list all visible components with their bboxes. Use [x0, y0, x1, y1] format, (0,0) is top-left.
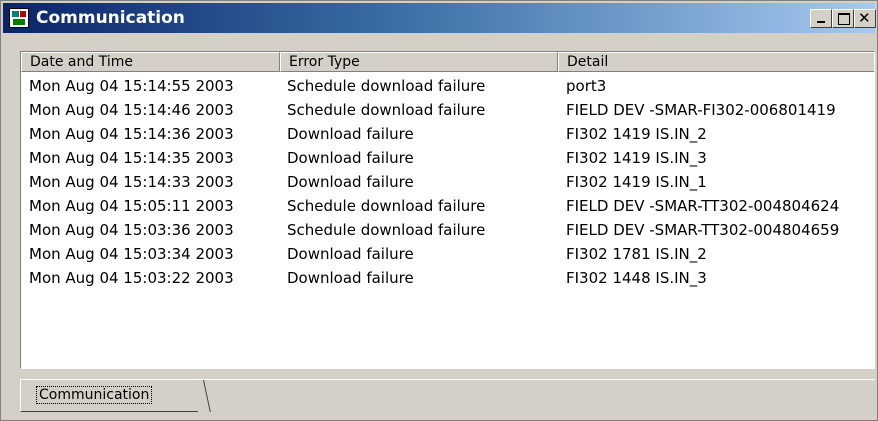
error-type-cell: Schedule download failure — [287, 221, 486, 239]
maximize-icon — [838, 13, 850, 25]
error-type-cell: Schedule download failure — [287, 77, 486, 95]
close-button[interactable]: ✕ — [854, 9, 876, 28]
column-header-error-type[interactable]: Error Type — [280, 52, 558, 72]
tab-communication[interactable]: Communication — [20, 380, 211, 412]
date-time-cell: Mon Aug 04 15:14:36 2003 — [29, 125, 234, 143]
detail-cell: FI302 1448 IS.IN_3 — [566, 269, 707, 287]
column-header-date-and-time[interactable]: Date and Time — [21, 52, 280, 72]
table-row[interactable]: Mon Aug 04 15:14:55 2003 Schedule downlo… — [21, 74, 874, 98]
date-time-cell: Mon Aug 04 15:14:33 2003 — [29, 173, 234, 191]
window-title: Communication — [36, 8, 185, 28]
minimize-button[interactable] — [810, 9, 832, 28]
table-row[interactable]: Mon Aug 04 15:14:46 2003 Schedule downlo… — [21, 98, 874, 122]
date-time-cell: Mon Aug 04 15:03:36 2003 — [29, 221, 234, 239]
tab-strip: Communication — [20, 379, 875, 414]
date-time-cell: Mon Aug 04 15:14:55 2003 — [29, 77, 234, 95]
detail-cell: port3 — [566, 77, 607, 95]
column-header-detail[interactable]: Detail — [558, 52, 874, 72]
date-time-cell: Mon Aug 04 15:03:22 2003 — [29, 269, 234, 287]
tab-label: Communication — [35, 386, 153, 404]
table-row[interactable]: Mon Aug 04 15:03:36 2003 Schedule downlo… — [21, 218, 874, 242]
error-type-cell: Schedule download failure — [287, 101, 486, 119]
detail-cell: FI302 1419 IS.IN_1 — [566, 173, 707, 191]
error-type-cell: Download failure — [287, 173, 414, 191]
error-type-cell: Schedule download failure — [287, 197, 486, 215]
date-time-cell: Mon Aug 04 15:05:11 2003 — [29, 197, 234, 215]
detail-cell: FIELD DEV -SMAR-FI302-006801419 — [566, 101, 836, 119]
table-row[interactable]: Mon Aug 04 15:14:36 2003 Download failur… — [21, 122, 874, 146]
error-list[interactable]: Date and Time Error Type Detail Mon Aug … — [20, 51, 875, 369]
detail-cell: FI302 1419 IS.IN_3 — [566, 149, 707, 167]
date-time-cell: Mon Aug 04 15:14:35 2003 — [29, 149, 234, 167]
error-type-cell: Download failure — [287, 149, 414, 167]
table-row[interactable]: Mon Aug 04 15:03:22 2003 Download failur… — [21, 266, 874, 290]
communication-window: Communication ✕ Date and Time Error Type… — [0, 0, 878, 421]
detail-cell: FIELD DEV -SMAR-TT302-004804624 — [566, 197, 840, 215]
detail-cell: FIELD DEV -SMAR-TT302-004804659 — [566, 221, 840, 239]
table-row[interactable]: Mon Aug 04 15:14:33 2003 Download failur… — [21, 170, 874, 194]
error-type-cell: Download failure — [287, 125, 414, 143]
close-icon: ✕ — [858, 9, 871, 27]
detail-cell: FI302 1419 IS.IN_2 — [566, 125, 707, 143]
maximize-button[interactable] — [832, 9, 854, 28]
error-type-cell: Download failure — [287, 269, 414, 287]
title-bar[interactable]: Communication ✕ — [3, 3, 876, 33]
table-row[interactable]: Mon Aug 04 15:14:35 2003 Download failur… — [21, 146, 874, 170]
date-time-cell: Mon Aug 04 15:03:34 2003 — [29, 245, 234, 263]
error-type-cell: Download failure — [287, 245, 414, 263]
minimize-icon — [817, 21, 825, 23]
app-icon[interactable] — [9, 8, 29, 28]
table-row[interactable]: Mon Aug 04 15:05:11 2003 Schedule downlo… — [21, 194, 874, 218]
table-row[interactable]: Mon Aug 04 15:03:34 2003 Download failur… — [21, 242, 874, 266]
tab-edge — [191, 380, 211, 412]
date-time-cell: Mon Aug 04 15:14:46 2003 — [29, 101, 234, 119]
detail-cell: FI302 1781 IS.IN_2 — [566, 245, 707, 263]
